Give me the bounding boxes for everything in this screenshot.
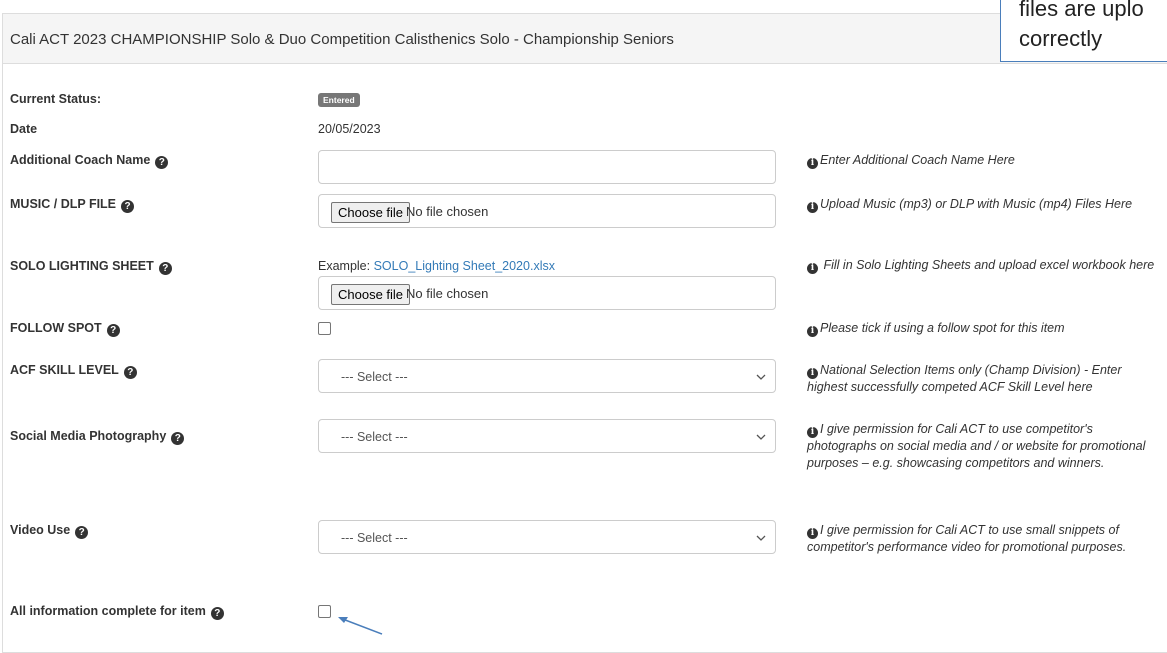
current-status-label: Current Status: [10,92,101,106]
question-icon[interactable]: ? [158,262,172,275]
lighting-file-input[interactable]: Choose file No file chosen [318,276,776,310]
social-media-select[interactable]: --- Select --- [318,419,776,453]
question-icon[interactable]: ? [210,607,224,620]
lighting-example: Example: SOLO_Lighting Sheet_2020.xlsx [318,259,555,273]
lighting-sheet-label: SOLO LIGHTING SHEET? [10,259,172,275]
social-media-help-text: I give permission for Cali ACT to use co… [807,422,1146,470]
complete-label: All information complete for item? [10,604,224,620]
social-media-selected: --- Select --- [341,430,408,444]
follow-spot-label-text: FOLLOW SPOT [10,321,102,335]
skill-level-label: ACF SKILL LEVEL? [10,363,137,379]
question-icon[interactable]: ? [75,526,89,539]
question-icon[interactable]: ? [121,200,135,213]
coach-name-label: Additional Coach Name? [10,153,169,169]
chevron-down-icon [756,535,766,541]
lighting-file-status: No file chosen [406,286,489,301]
social-media-help: iI give permission for Cali ACT to use c… [807,421,1163,472]
info-icon: i [807,528,818,539]
skill-level-help-text: National Selection Items only (Champ Div… [807,363,1122,394]
info-icon: i [807,368,818,379]
lighting-choose-file-button[interactable]: Choose file [331,284,411,305]
status-container: Entered [318,92,360,107]
social-media-label-text: Social Media Photography [10,429,167,443]
skill-level-label-text: ACF SKILL LEVEL [10,363,119,377]
music-file-status: No file chosen [406,204,489,219]
social-media-label: Social Media Photography? [10,429,185,445]
skill-level-help: i National Selection Items only (Champ Di… [807,362,1163,396]
music-file-help: i Upload Music (mp3) or DLP with Music (m… [807,196,1157,213]
video-use-help-text: I give permission for Cali ACT to use sm… [807,523,1127,554]
lighting-sheet-help-text: Fill in Solo Lighting Sheets and upload … [820,258,1155,272]
music-choose-file-button[interactable]: Choose file [331,202,411,223]
info-icon: i [807,202,818,213]
annotation-callout: files are uplo correctly [1000,0,1167,62]
status-badge: Entered [318,93,360,107]
panel-title: Cali ACT 2023 CHAMPIONSHIP Solo & Duo Co… [10,31,674,48]
question-icon[interactable]: ? [123,366,137,379]
follow-spot-help-text: Please tick if using a follow spot for t… [820,321,1065,335]
question-icon[interactable]: ? [155,156,169,169]
question-icon[interactable]: ? [171,432,185,445]
date-label: Date [10,122,38,136]
complete-label-text: All information complete for item [10,604,206,618]
chevron-down-icon [756,434,766,440]
lighting-example-prefix: Example: [318,259,374,273]
music-file-label-text: MUSIC / DLP FILE [10,197,117,211]
lighting-example-link[interactable]: SOLO_Lighting Sheet_2020.xlsx [374,259,555,273]
chevron-down-icon [756,374,766,380]
coach-name-input[interactable] [318,150,776,184]
date-value: 20/05/2023 [318,122,381,136]
question-icon[interactable]: ? [106,324,120,337]
follow-spot-checkbox[interactable] [318,322,331,335]
info-icon: i [807,158,818,169]
video-use-label: Video Use? [10,523,89,539]
info-icon: i [807,326,818,337]
video-use-label-text: Video Use [10,523,71,537]
coach-name-help: i Enter Additional Coach Name Here [807,152,1157,169]
follow-spot-label: FOLLOW SPOT? [10,321,120,337]
follow-spot-help: i Please tick if using a follow spot for … [807,320,1157,337]
video-use-selected: --- Select --- [341,531,408,545]
lighting-sheet-help: i Fill in Solo Lighting Sheets and uploa… [807,257,1163,274]
video-use-help: iI give permission for Cali ACT to use s… [807,522,1163,556]
music-file-help-text: Upload Music (mp3) or DLP with Music (mp… [820,197,1133,211]
lighting-sheet-label-text: SOLO LIGHTING SHEET [10,259,154,273]
coach-name-help-text: Enter Additional Coach Name Here [820,153,1015,167]
video-use-select[interactable]: --- Select --- [318,520,776,554]
info-icon: i [807,263,818,274]
callout-line-1: files are uplo [1019,0,1144,21]
skill-level-selected: --- Select --- [341,370,408,384]
skill-level-select[interactable]: --- Select --- [318,359,776,393]
info-icon: i [807,427,818,438]
coach-name-label-text: Additional Coach Name [10,153,151,167]
panel-heading: Cali ACT 2023 CHAMPIONSHIP Solo & Duo Co… [3,14,1167,64]
music-file-label: MUSIC / DLP FILE? [10,197,135,213]
callout-line-2: correctly [1019,26,1103,51]
music-file-input[interactable]: Choose file No file chosen [318,194,776,228]
